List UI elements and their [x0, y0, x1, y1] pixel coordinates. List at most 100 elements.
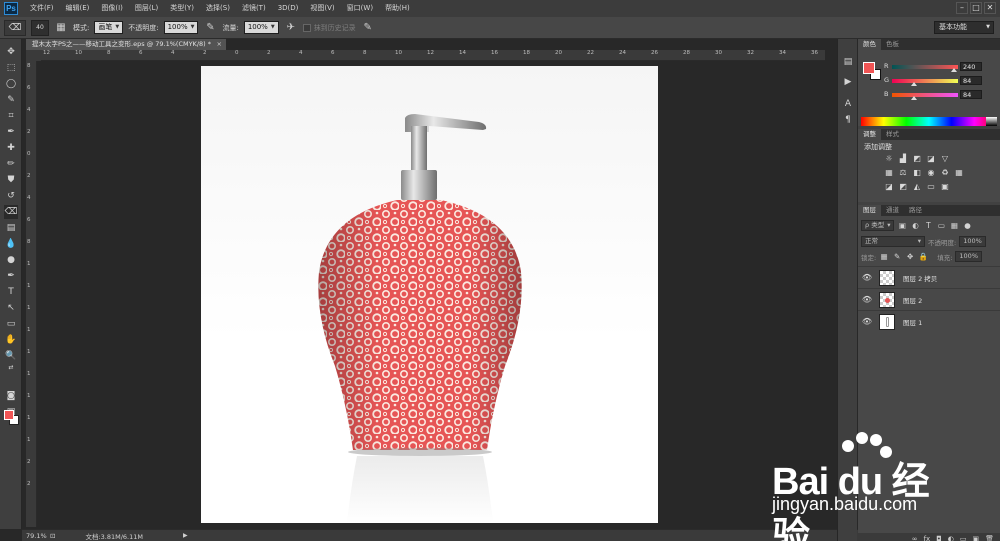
menu-edit[interactable]: 编辑(E) — [60, 0, 96, 17]
lock-pixels-icon[interactable]: ✎ — [892, 252, 902, 262]
brightness-icon[interactable]: ☼ — [884, 154, 894, 164]
paragraph-panel-icon[interactable]: ¶ — [841, 113, 855, 127]
eraser-tool-icon[interactable]: ⌫ — [4, 205, 18, 219]
swap-colors-icon[interactable]: ⇄ — [4, 361, 18, 375]
flow-input[interactable]: 100% ▼ — [243, 21, 279, 34]
filter-shape-icon[interactable]: ▭ — [936, 221, 946, 231]
crop-tool-icon[interactable]: ⌗ — [4, 109, 18, 123]
pressure-opacity-icon[interactable]: ✎ — [203, 21, 217, 35]
menu-image[interactable]: 图像(I) — [95, 0, 129, 17]
hue-saturation-icon[interactable]: ▦ — [884, 168, 894, 178]
eraser-preset-icon[interactable]: ⌫ — [4, 19, 26, 36]
status-menu-arrow-icon[interactable]: ▶ — [183, 532, 188, 539]
tab-adjustments[interactable]: 调整 — [858, 129, 881, 140]
zoom-level[interactable]: 79.1% — [22, 532, 50, 540]
workspace-select[interactable]: 基本功能 ▼ — [934, 21, 994, 34]
document-tab[interactable]: 提木太字PS之——移动工具之变形.eps @ 79.1%(CMYK/8) * × — [26, 39, 226, 50]
layer-filter-select[interactable]: ρ 类型 ▾ — [861, 220, 895, 231]
layer-opacity-input[interactable]: 100% — [959, 236, 986, 247]
invert-icon[interactable]: ◪ — [884, 182, 894, 192]
quick-mask-icon[interactable]: ◙ — [4, 389, 18, 403]
posterize-icon[interactable]: ◩ — [898, 182, 908, 192]
tab-swatches[interactable]: 色板 — [881, 39, 904, 50]
green-slider[interactable]: G 84 — [884, 76, 996, 86]
menu-file[interactable]: 文件(F) — [24, 0, 60, 17]
menu-select[interactable]: 选择(S) — [200, 0, 236, 17]
brush-panel-icon[interactable]: ▦ — [54, 21, 68, 35]
blue-track[interactable] — [892, 93, 958, 97]
horizontal-ruler[interactable]: 12 10 8 6 4 2 0 2 4 6 8 10 12 14 16 18 20 22 24 26 28 30 32 34 3… — [41, 50, 825, 61]
erase-to-history-checkbox[interactable]: 抹到历史记录 — [302, 23, 356, 33]
layer-row[interactable]: 👁 图层 1 — [858, 310, 1000, 332]
fill-input[interactable]: 100% — [955, 251, 982, 262]
eye-icon[interactable]: 👁 — [858, 317, 876, 326]
exposure-icon[interactable]: ◪ — [926, 154, 936, 164]
menu-layer[interactable]: 图层(L) — [129, 0, 164, 17]
eye-icon[interactable]: 👁 — [858, 295, 876, 304]
brush-tool-icon[interactable]: ✏ — [4, 157, 18, 171]
color-balance-icon[interactable]: ⚖ — [898, 168, 908, 178]
dodge-tool-icon[interactable]: ● — [4, 253, 18, 267]
hand-tool-icon[interactable]: ✋ — [4, 333, 18, 347]
actions-panel-icon[interactable]: ▶ — [841, 75, 855, 89]
red-thumb[interactable] — [951, 68, 958, 72]
filter-smart-object-icon[interactable]: ▦ — [949, 221, 959, 231]
foreground-color-swatch[interactable] — [4, 410, 14, 420]
filter-toggle-icon[interactable]: ● — [962, 221, 972, 231]
canvas-area[interactable] — [37, 61, 825, 527]
path-select-tool-icon[interactable]: ↖ — [4, 301, 18, 315]
status-icon[interactable]: ⊡ — [50, 532, 55, 540]
tab-color[interactable]: 颜色 — [858, 39, 881, 50]
opacity-input[interactable]: 100% ▼ — [163, 21, 199, 34]
new-group-icon[interactable]: ▭ — [960, 533, 967, 541]
filter-pixel-icon[interactable]: ▣ — [897, 221, 907, 231]
gradient-map-icon[interactable]: ▭ — [926, 182, 936, 192]
mode-select[interactable]: 画笔 ▼ — [94, 21, 124, 34]
foreground-color-swatch[interactable] — [863, 62, 875, 74]
minimize-button[interactable]: – — [956, 2, 968, 14]
eyedropper-tool-icon[interactable]: ✒ — [4, 125, 18, 139]
marquee-tool-icon[interactable]: ⬚ — [4, 61, 18, 75]
blue-thumb[interactable] — [910, 96, 917, 100]
vibrance-icon[interactable]: ▽ — [940, 154, 950, 164]
pressure-size-icon[interactable]: ✎ — [361, 21, 375, 35]
layer-name[interactable]: 图层 2 — [903, 295, 922, 305]
threshold-icon[interactable]: ◭ — [912, 182, 922, 192]
filter-adjustment-icon[interactable]: ◐ — [910, 221, 920, 231]
character-panel-icon[interactable]: A — [841, 97, 855, 111]
lasso-tool-icon[interactable]: ◯ — [4, 77, 18, 91]
levels-icon[interactable]: ▟ — [898, 154, 908, 164]
tab-styles[interactable]: 样式 — [881, 129, 904, 140]
green-value[interactable]: 84 — [960, 76, 982, 85]
airbrush-icon[interactable]: ✈ — [284, 21, 298, 35]
eye-icon[interactable]: 👁 — [858, 273, 876, 282]
type-tool-icon[interactable]: T — [4, 285, 18, 299]
history-brush-tool-icon[interactable]: ↺ — [4, 189, 18, 203]
layer-name[interactable]: 图层 2 拷贝 — [903, 273, 937, 283]
blur-tool-icon[interactable]: 💧 — [4, 237, 18, 251]
layer-row[interactable]: 👁 图层 2 拷贝 — [858, 266, 1000, 288]
menu-type[interactable]: 类型(Y) — [164, 0, 200, 17]
curves-icon[interactable]: ◩ — [912, 154, 922, 164]
lock-all-icon[interactable]: 🔒 — [918, 252, 928, 262]
filter-type-icon[interactable]: T — [923, 221, 933, 231]
red-slider[interactable]: R 240 — [884, 62, 996, 72]
rectangle-tool-icon[interactable]: ▭ — [4, 317, 18, 331]
layer-name[interactable]: 图层 1 — [903, 317, 922, 327]
move-tool-icon[interactable]: ✥ — [4, 45, 18, 59]
black-white-icon[interactable]: ◧ — [912, 168, 922, 178]
brush-size-picker[interactable]: 40 — [31, 19, 49, 36]
tab-channels[interactable]: 通道 — [881, 205, 904, 216]
red-value[interactable]: 240 — [960, 62, 982, 71]
pen-tool-icon[interactable]: ✒ — [4, 269, 18, 283]
menu-3d[interactable]: 3D(D) — [272, 0, 305, 17]
lock-position-icon[interactable]: ✥ — [905, 252, 915, 262]
menu-view[interactable]: 视图(V) — [304, 0, 340, 17]
history-panel-icon[interactable]: ▤ — [841, 55, 855, 69]
clone-stamp-tool-icon[interactable]: ⛊ — [4, 173, 18, 187]
green-thumb[interactable] — [910, 82, 917, 86]
menu-window[interactable]: 窗口(W) — [341, 0, 379, 17]
new-layer-icon[interactable]: ▣ — [972, 533, 979, 541]
lock-transparency-icon[interactable]: ▦ — [879, 252, 889, 262]
menu-help[interactable]: 帮助(H) — [379, 0, 416, 17]
